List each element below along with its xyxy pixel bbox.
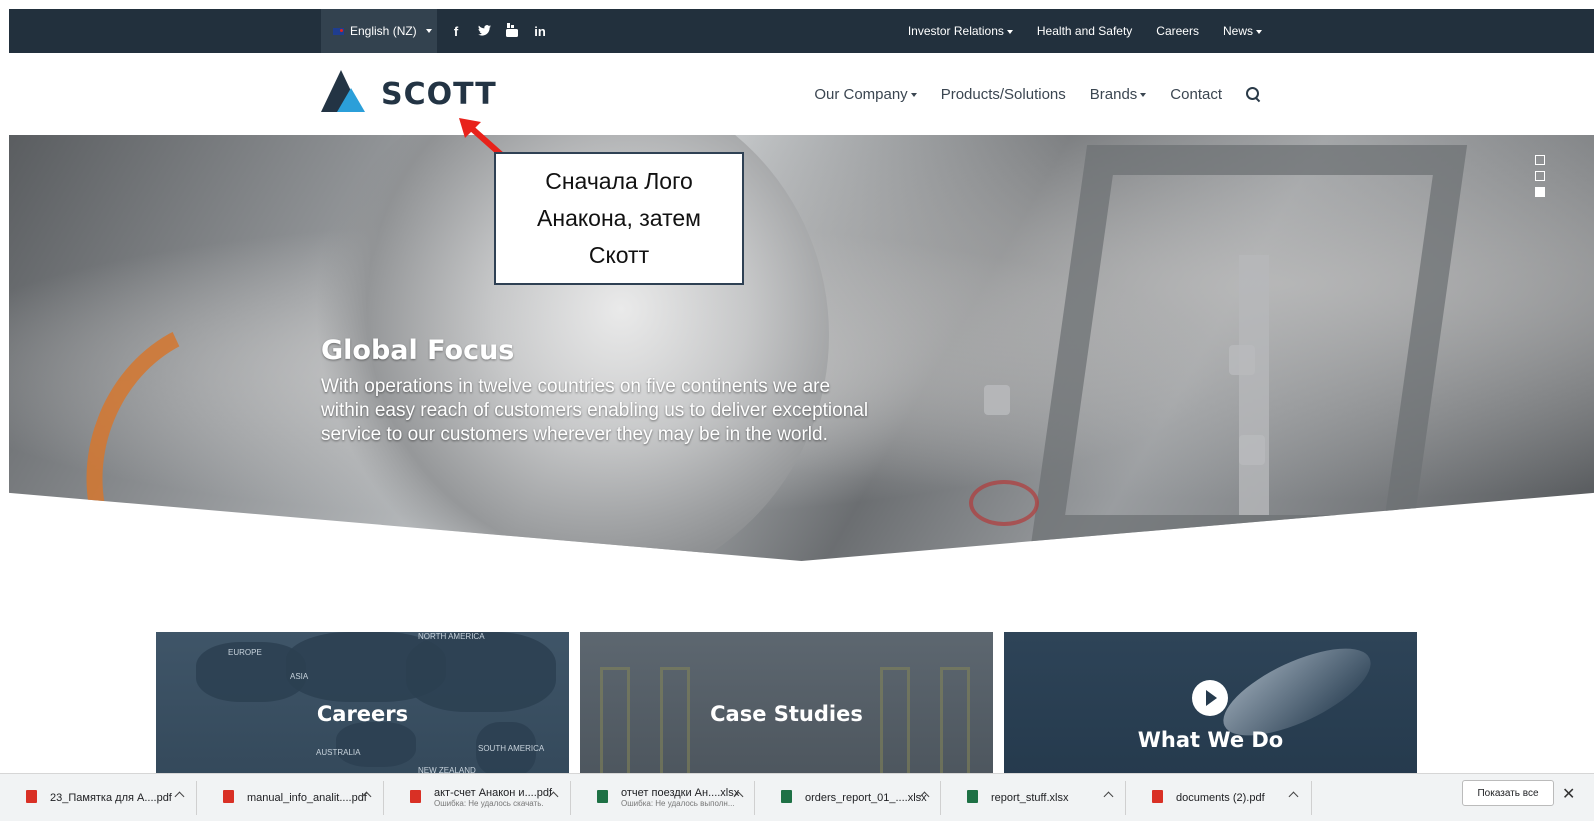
nav-products-solutions[interactable]: Products/Solutions [941, 86, 1066, 103]
nav-contact[interactable]: Contact [1170, 86, 1222, 103]
logo-text: SCOTT [381, 77, 497, 112]
language-label: English (NZ) [350, 24, 417, 38]
pdf-file-icon [1152, 789, 1163, 803]
nz-flag-icon [333, 27, 344, 35]
nav-brands[interactable]: Brands [1090, 86, 1147, 103]
pdf-file-icon [26, 789, 37, 803]
show-all-downloads-button[interactable]: Показать все [1462, 780, 1554, 806]
hero-bolt [1239, 435, 1265, 465]
close-download-bar-icon[interactable]: ✕ [1562, 784, 1575, 804]
download-item[interactable]: 23_Памятка для А....pdf [0, 780, 197, 815]
map-continent [406, 632, 556, 712]
hero-machine-bar [1239, 255, 1269, 515]
slider-dot-2[interactable] [1535, 171, 1545, 181]
chevron-up-icon[interactable] [1103, 791, 1114, 801]
search-icon[interactable] [1246, 87, 1260, 101]
download-item[interactable]: отчет поездки Ан....xlsx Ошибка: Не удало… [571, 780, 755, 815]
chevron-down-icon [910, 92, 917, 97]
pdf-file-icon [223, 789, 234, 803]
logo-mark-icon [321, 69, 365, 112]
topnav-investor-relations[interactable]: Investor Relations [908, 24, 1013, 38]
top-nav: Investor Relations Health and Safety Car… [908, 9, 1262, 53]
hero-bolt [984, 385, 1010, 415]
social-links: f in [449, 9, 547, 53]
hero-slider: Global Focus With operations in twelve c… [9, 135, 1594, 561]
download-bar: 23_Памятка для А....pdf manual_info_anal… [0, 773, 1594, 821]
nav-our-company[interactable]: Our Company [814, 86, 917, 103]
card-careers-title: Careers [316, 702, 409, 726]
excel-file-icon [597, 789, 608, 803]
chevron-down-icon [1140, 92, 1147, 97]
linkedin-icon[interactable]: in [533, 24, 547, 39]
scott-logo[interactable]: SCOTT [321, 69, 497, 112]
excel-file-icon [967, 789, 978, 803]
download-item[interactable]: orders_report_01_....xlsx [755, 780, 941, 815]
slider-dot-3[interactable] [1535, 187, 1545, 197]
hero-title: Global Focus [321, 335, 515, 366]
pdf-file-icon [410, 789, 421, 803]
card-what-we-do[interactable]: What We Do [1004, 632, 1417, 777]
facebook-icon[interactable]: f [449, 24, 463, 39]
chevron-down-icon [1256, 29, 1262, 34]
excel-file-icon [781, 789, 792, 803]
twitter-icon[interactable] [477, 24, 491, 39]
hero-text: With operations in twelve countries on f… [321, 376, 869, 445]
chevron-down-icon [425, 29, 432, 33]
map-label: EUROPE [228, 648, 262, 657]
annotation-box: Сначала Лого Анакона, затем Скотт [494, 152, 744, 285]
youtube-icon[interactable] [505, 22, 519, 40]
download-item[interactable]: акт-счет Анакон и....pdf Ошибка: Не удало… [384, 780, 571, 815]
slider-dot-1[interactable] [1535, 155, 1545, 165]
download-item[interactable]: report_stuff.xlsx [941, 780, 1126, 815]
play-icon[interactable] [1192, 680, 1228, 716]
topnav-health-safety[interactable]: Health and Safety [1037, 24, 1132, 38]
language-selector[interactable]: English (NZ) [321, 9, 437, 53]
hero-bolt [1229, 345, 1255, 375]
topnav-news[interactable]: News [1223, 24, 1262, 38]
slider-dots [1535, 155, 1545, 197]
chevron-up-icon[interactable] [174, 791, 185, 801]
main-nav: Our Company Products/Solutions Brands Co… [814, 53, 1260, 135]
map-label: NORTH AMERICA [418, 632, 485, 641]
card-careers[interactable]: EUROPE ASIA NORTH AMERICA AUSTRALIA SOUT… [156, 632, 569, 777]
map-label: AUSTRALIA [316, 748, 361, 757]
map-continent [336, 722, 416, 767]
map-label: SOUTH AMERICA [478, 744, 545, 753]
chevron-down-icon [1006, 29, 1013, 34]
site-header: SCOTT Our Company Products/Solutions Bra… [9, 53, 1594, 135]
chevron-up-icon[interactable] [1288, 791, 1299, 801]
download-item[interactable]: documents (2).pdf [1126, 780, 1312, 815]
map-label: ASIA [290, 672, 309, 681]
annotation-text: Сначала Лого Анакона, затем Скотт [537, 168, 701, 268]
topnav-careers[interactable]: Careers [1156, 24, 1199, 38]
card-case-studies[interactable]: Case Studies [580, 632, 993, 777]
top-utility-bar: English (NZ) f in Investor Relations Hea… [9, 9, 1594, 53]
card-case-studies-title: Case Studies [710, 702, 863, 726]
card-what-we-do-title: What We Do [1137, 728, 1284, 752]
download-item[interactable]: manual_info_analit....pdf [197, 780, 384, 815]
hero-red-ring [969, 480, 1039, 526]
